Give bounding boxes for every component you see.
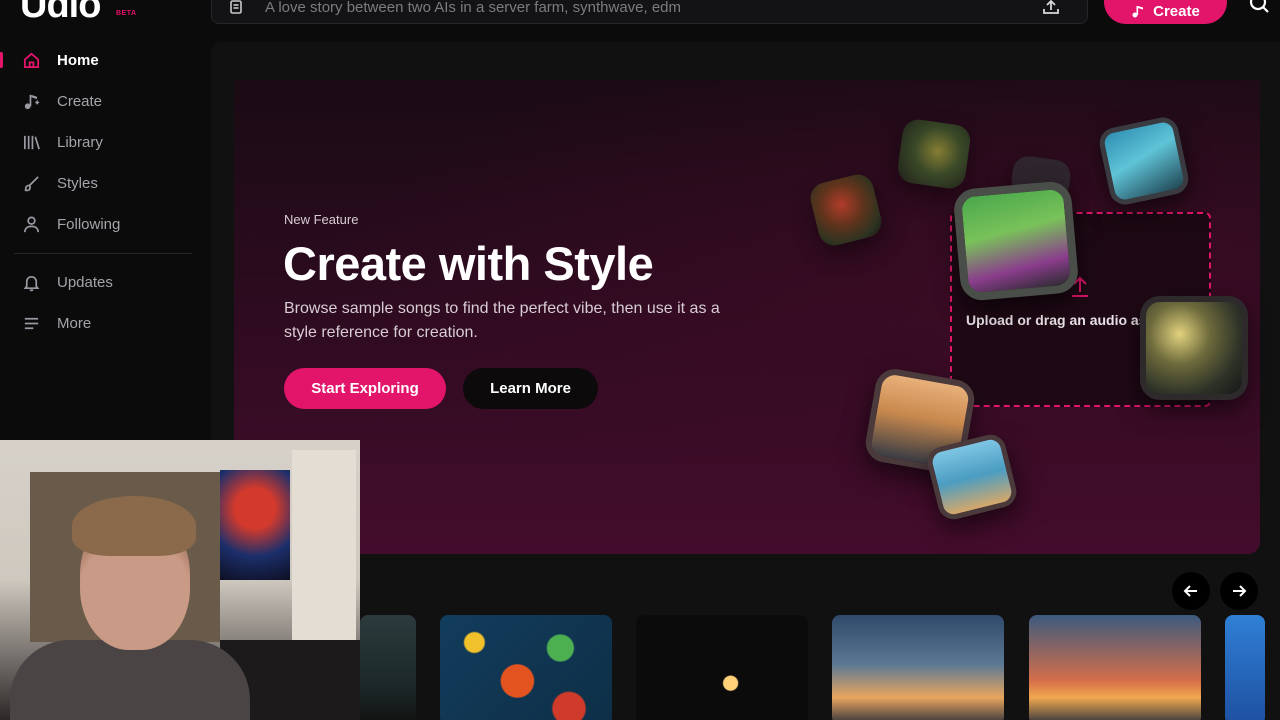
song-cover-thumbnail [952, 180, 1080, 302]
song-card[interactable] [1029, 615, 1201, 720]
music-note-icon [1132, 6, 1144, 18]
sidebar-item-label: Home [57, 51, 99, 69]
sidebar-item-updates[interactable]: Updates [0, 264, 200, 300]
song-card[interactable] [360, 615, 416, 720]
song-card[interactable] [440, 615, 612, 720]
sidebar-item-label: More [57, 314, 92, 332]
song-cover-thumbnail [1096, 114, 1192, 208]
sidebar-item-label: Following [57, 215, 121, 233]
lyrics-icon[interactable] [228, 0, 244, 15]
library-icon [23, 135, 40, 149]
person-icon [23, 216, 40, 232]
home-icon [23, 52, 40, 68]
sidebar-item-following[interactable]: Following [0, 206, 200, 242]
song-card[interactable] [636, 615, 808, 720]
sidebar-item-label: Create [57, 92, 103, 110]
learn-more-button[interactable]: Learn More [463, 368, 598, 409]
webcam-person-hair [72, 496, 196, 556]
song-cover-thumbnail [895, 117, 973, 191]
webcam-overlay [0, 440, 360, 720]
beta-badge: BETA [116, 10, 137, 17]
arrow-left-icon [1183, 585, 1197, 597]
bell-icon [23, 275, 40, 291]
webcam-person-shirt [10, 640, 250, 720]
sidebar-divider [14, 253, 192, 254]
arrow-right-icon [1233, 585, 1247, 597]
sidebar-item-more[interactable]: More [0, 305, 200, 341]
sidebar: Home Create Library Styles Following Upd… [0, 40, 210, 440]
music-note-icon [24, 94, 40, 109]
app-root: Udio BETA A love story between two AIs i… [0, 0, 1280, 720]
active-indicator [0, 52, 3, 68]
carousel-prev-button[interactable] [1172, 572, 1210, 610]
hero-title: Create with Style [283, 237, 654, 290]
sidebar-item-create[interactable]: Create [0, 83, 200, 119]
search-input[interactable]: A love story between two AIs in a server… [265, 0, 681, 16]
webcam-poster [220, 470, 290, 580]
create-button[interactable]: Create [1104, 0, 1227, 24]
sidebar-item-library[interactable]: Library [0, 124, 200, 160]
search-icon[interactable] [1248, 0, 1270, 14]
prompt-search-bar[interactable]: A love story between two AIs in a server… [211, 0, 1088, 24]
sidebar-item-label: Library [57, 133, 103, 151]
sidebar-item-label: Updates [57, 273, 113, 291]
sidebar-item-home[interactable]: Home [0, 42, 200, 78]
feature-tag: New Feature [284, 212, 359, 227]
carousel-next-button[interactable] [1220, 572, 1258, 610]
song-card[interactable] [832, 615, 1004, 720]
hero-description: Browse sample songs to find the perfect … [284, 300, 720, 341]
sidebar-item-styles[interactable]: Styles [0, 165, 200, 201]
app-logo[interactable]: Udio [20, 0, 101, 24]
brush-icon [24, 175, 39, 191]
start-exploring-button[interactable]: Start Exploring [284, 368, 446, 409]
song-cover-thumbnail [1140, 296, 1248, 400]
menu-icon [24, 317, 39, 329]
create-button-label: Create [1153, 2, 1200, 20]
upload-icon[interactable] [1041, 0, 1061, 17]
sidebar-item-label: Styles [57, 174, 98, 192]
song-card[interactable] [1225, 615, 1265, 720]
